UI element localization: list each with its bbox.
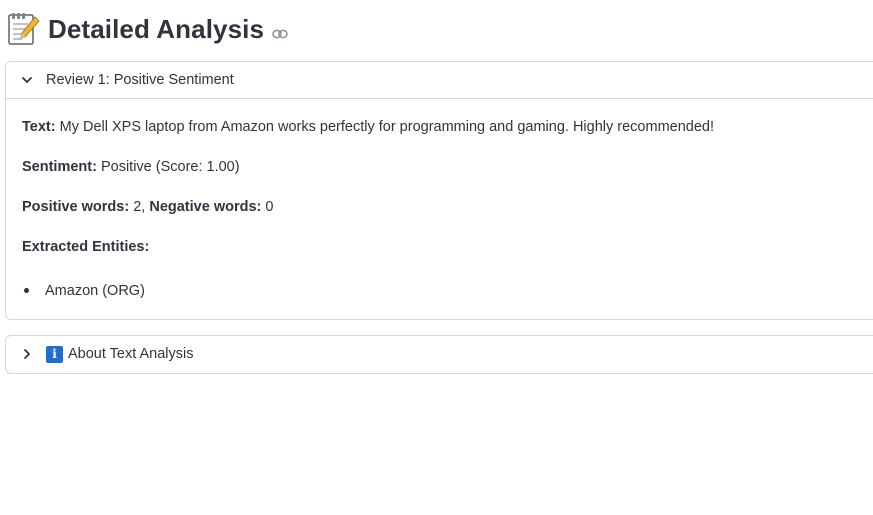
entities-label: Extracted Entities: [22, 239, 150, 255]
negative-words-value: 0 [265, 199, 274, 215]
review-text-line: Text: My Dell XPS laptop from Amazon wor… [22, 119, 714, 135]
review-expander-header[interactable]: Review 1: Positive Sentiment [6, 62, 873, 99]
sentiment-label: Sentiment: [22, 159, 97, 175]
entities-heading: Extracted Entities: [22, 239, 149, 255]
sentiment-line: Sentiment: Positive (Score: 1.00) [22, 159, 240, 175]
memo-icon [8, 12, 40, 46]
word-counts-line: Positive words: 2, Negative words: 0 [22, 199, 273, 215]
sentiment-value: Positive (Score: 1.00) [100, 159, 240, 175]
page-heading: Detailed Analysis [8, 10, 288, 48]
review-expander-label: Review 1: Positive Sentiment [46, 72, 234, 88]
about-expander: i About Text Analysis [5, 335, 873, 374]
chevron-right-icon [21, 348, 33, 360]
link-icon[interactable] [272, 26, 288, 39]
text-label: Text: [22, 119, 56, 135]
bullet-icon [24, 287, 29, 293]
list-item: Amazon (ORG) [22, 283, 145, 299]
chevron-down-icon [21, 74, 33, 86]
about-expander-label: About Text Analysis [68, 346, 194, 362]
review-text: My Dell XPS laptop from Amazon works per… [59, 119, 714, 135]
review-expander: Review 1: Positive Sentiment Text: My De… [5, 61, 873, 320]
entity-text: Amazon (ORG) [45, 283, 145, 299]
positive-words-label: Positive words: [22, 199, 130, 215]
page-title: Detailed Analysis [48, 13, 265, 44]
about-expander-header[interactable]: i About Text Analysis [6, 336, 873, 372]
info-icon: i [46, 345, 63, 363]
negative-words-label: Negative words: [149, 199, 262, 215]
word-count-separator: , [141, 199, 146, 215]
